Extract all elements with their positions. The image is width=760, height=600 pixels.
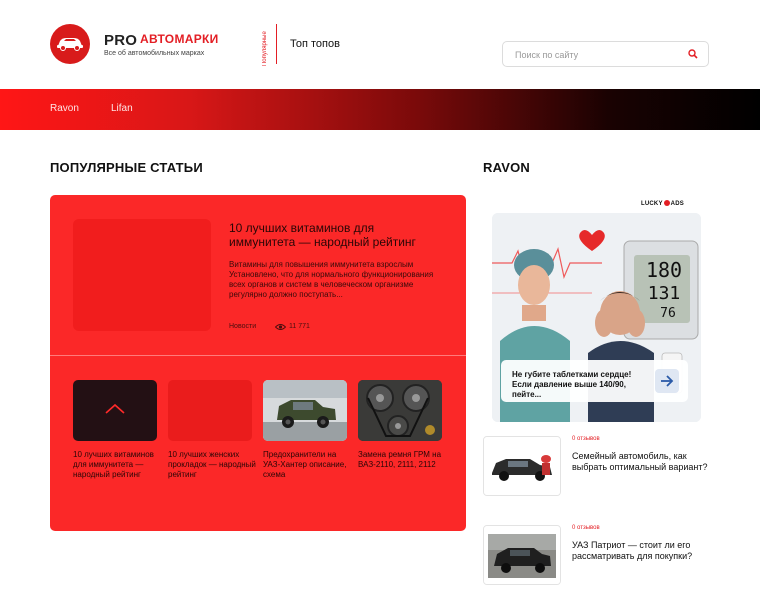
nav-item-ravon[interactable]: Ravon	[50, 103, 79, 114]
ad-label-right: ADS	[670, 201, 684, 207]
popular-section-title: ПОПУЛЯРНЫЕ СТАТЬИ	[50, 160, 203, 175]
family-car-image	[484, 437, 560, 495]
ad-text[interactable]: Не губите таблетками сердце! Если давлен…	[512, 370, 652, 400]
featured-article-image[interactable]	[73, 219, 211, 331]
bp-monitor-reading-1: 180	[646, 258, 682, 282]
main-nav: Ravon Lifan	[0, 89, 760, 130]
featured-article-views: 11 771	[289, 323, 310, 330]
chevron-up-icon	[105, 403, 125, 414]
ad-plus-icon	[663, 200, 670, 206]
search-input[interactable]: Поиск по сайту	[515, 50, 578, 60]
header-divider	[276, 24, 277, 64]
logo-tagline: Все об автомобильных марках	[104, 50, 205, 57]
top-link[interactable]: Топ топов	[290, 38, 340, 50]
bp-monitor-reading-3: 76	[660, 306, 676, 321]
arrow-right-icon[interactable]	[655, 369, 679, 393]
article-thumb-2[interactable]	[168, 380, 252, 441]
sidebar-item-title-1[interactable]: Семейный автомобиль, как выбрать оптимал…	[572, 451, 712, 473]
article-thumb-1-caption[interactable]: 10 лучших витаминов для иммунитета — нар…	[73, 450, 161, 480]
article-thumb-3[interactable]	[263, 380, 347, 441]
uaz-patriot-image	[484, 526, 560, 584]
article-thumb-3-caption[interactable]: Предохранители на УАЗ-Хантер описание, с…	[263, 450, 351, 480]
sidebar-item-image-1[interactable]	[483, 436, 561, 496]
article-thumb-4-caption[interactable]: Замена ремня ГРМ на ВАЗ-2110, 2111, 2112	[358, 450, 446, 470]
article-thumb-4[interactable]	[358, 380, 442, 441]
ad-text-overlay[interactable]: Не губите таблетками сердце! Если давлен…	[501, 360, 688, 402]
logo-car-icon[interactable]	[50, 24, 90, 64]
sidebar-item-title-2[interactable]: УАЗ Патриот — стоит ли его рассматривать…	[572, 540, 712, 562]
sidebar-item-reviews-1[interactable]: 0 отзывов	[572, 436, 600, 442]
featured-article-category[interactable]: Новости	[229, 323, 256, 330]
site-header: PRO АВТОМАРКИ Все об автомобильных марка…	[0, 0, 760, 89]
bp-monitor-reading-2: 131	[648, 283, 681, 304]
ad-banner[interactable]: 180 131 76 Не губите таблетками сердце! …	[492, 213, 701, 422]
uaz-hunter-image	[263, 380, 347, 441]
popular-vertical-label: Популярные	[262, 31, 268, 66]
logo-brand-text[interactable]: АВТОМАРКИ	[140, 32, 219, 46]
search-icon[interactable]	[687, 48, 699, 60]
card-divider	[50, 355, 466, 356]
search-box[interactable]: Поиск по сайту	[502, 41, 709, 67]
ad-network-label: LUCKY ADS	[641, 200, 684, 207]
sidebar-item-reviews-2[interactable]: 0 отзывов	[572, 525, 600, 531]
ad-label-left: LUCKY	[641, 201, 663, 207]
article-thumb-2-caption[interactable]: 10 лучших женских прокладок — народный р…	[168, 450, 256, 480]
featured-article-excerpt: Витамины для повышения иммунитета взросл…	[229, 260, 434, 299]
logo-pro-text[interactable]: PRO	[104, 32, 137, 49]
sidebar-item-image-2[interactable]	[483, 525, 561, 585]
sidebar-section-title: RAVON	[483, 160, 530, 175]
eye-icon	[275, 324, 286, 330]
featured-article-title[interactable]: 10 лучших витаминов для иммунитета — нар…	[229, 221, 439, 249]
nav-item-lifan[interactable]: Lifan	[111, 103, 133, 114]
timing-belt-image	[358, 380, 442, 441]
article-thumb-1[interactable]	[73, 380, 157, 441]
popular-articles-card: 10 лучших витаминов для иммунитета — нар…	[50, 195, 466, 531]
